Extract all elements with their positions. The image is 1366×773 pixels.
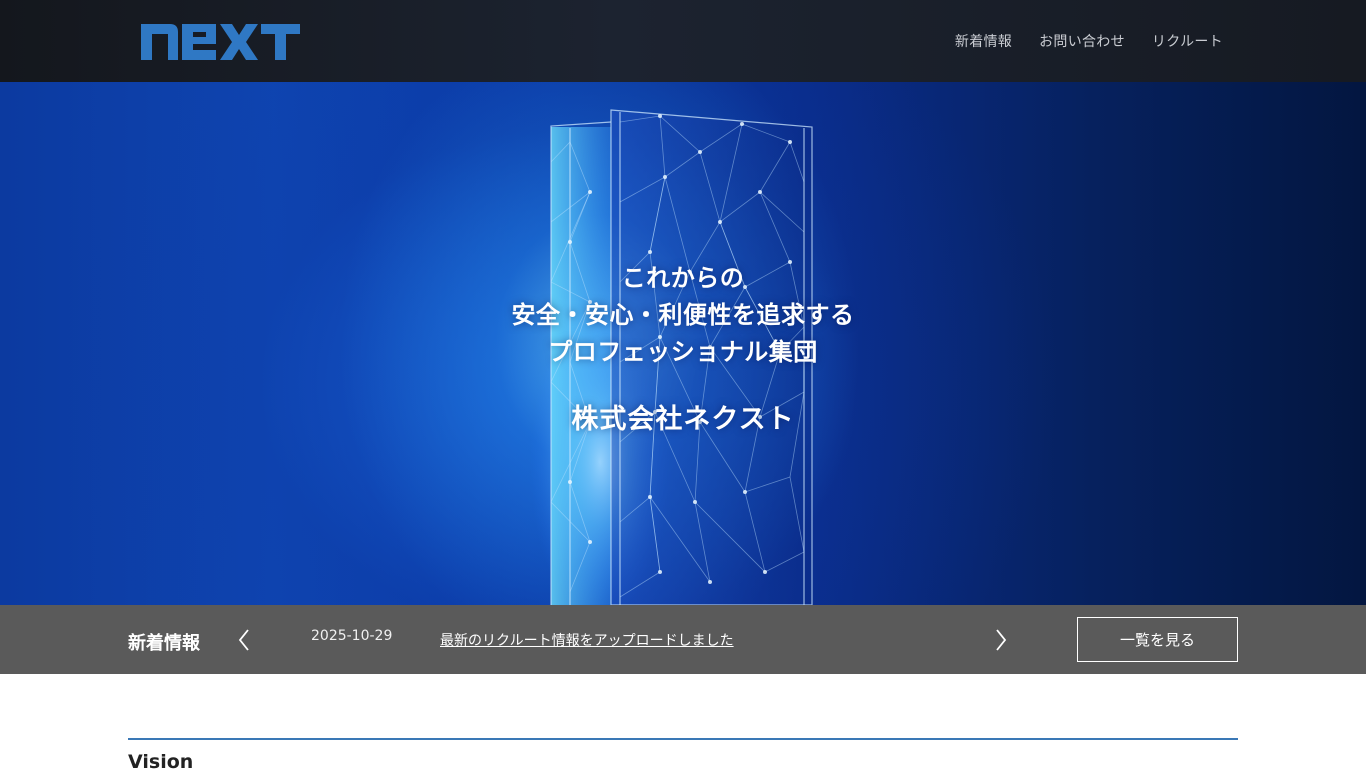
hero-tagline-line-3: プロフェッショナル集団 (548, 338, 818, 366)
nav-item-news[interactable]: 新着情報 (955, 31, 1012, 51)
news-date: 2025-10-29 (311, 628, 393, 644)
vision-heading: Vision (128, 751, 194, 773)
nav-item-contact[interactable]: お問い合わせ (1039, 31, 1125, 51)
hero-section: これからの 安全・安心・利便性を追求する プロフェッショナル集団 株式会社ネクス… (0, 82, 1366, 605)
hero-tagline-line-2: 安全・安心・利便性を追求する (511, 301, 855, 329)
section-divider (128, 738, 1238, 740)
next-logo[interactable] (140, 20, 302, 64)
main-nav: 新着情報 お問い合わせ リクルート (955, 0, 1223, 82)
hero-copy: これからの 安全・安心・利便性を追求する プロフェッショナル集団 株式会社ネクス… (0, 260, 1366, 436)
site-header: 新着情報 お問い合わせ リクルート (0, 0, 1366, 82)
chevron-left-icon[interactable] (233, 627, 255, 653)
nav-item-recruit[interactable]: リクルート (1152, 31, 1223, 51)
chevron-right-icon[interactable] (990, 627, 1012, 653)
news-item-link[interactable]: 最新のリクルート情報をアップロードしました (440, 630, 734, 650)
news-ticker: 新着情報 2025-10-29 最新のリクルート情報をアップロードしました 一覧… (0, 605, 1366, 674)
hero-company-name: 株式会社ネクスト (571, 404, 795, 435)
news-heading: 新着情報 (128, 633, 200, 654)
hero-tagline-line-1: これからの (621, 264, 745, 292)
view-all-button[interactable]: 一覧を見る (1077, 617, 1238, 662)
